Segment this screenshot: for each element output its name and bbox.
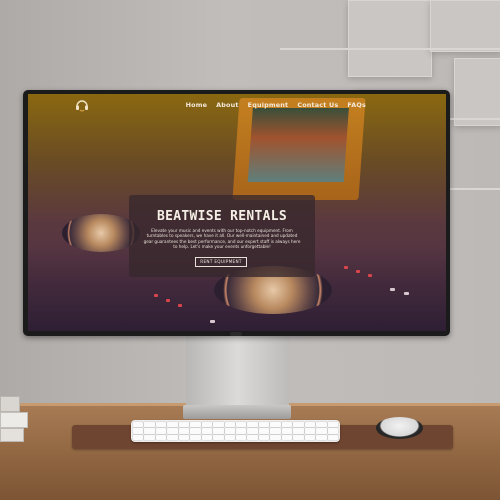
keyboard-key[interactable] bbox=[224, 428, 235, 434]
keyboard-key[interactable] bbox=[236, 428, 247, 434]
wall-shelf-top bbox=[348, 0, 432, 77]
keyboard-key[interactable] bbox=[236, 434, 247, 440]
deck-button bbox=[368, 274, 372, 277]
keyboard-key[interactable] bbox=[190, 434, 201, 440]
keyboard-key[interactable] bbox=[270, 428, 281, 434]
keyboard-key[interactable] bbox=[247, 434, 258, 440]
keyboard-key[interactable] bbox=[258, 434, 270, 440]
keyboard-key[interactable] bbox=[281, 428, 293, 434]
keyboard-key[interactable] bbox=[293, 428, 304, 434]
wall-shelf-right bbox=[430, 0, 500, 52]
keyboard-key[interactable] bbox=[224, 434, 235, 440]
headphones-icon[interactable] bbox=[74, 97, 90, 113]
keyboard-key[interactable] bbox=[201, 428, 213, 434]
deck-button bbox=[166, 299, 170, 302]
keyboard-key[interactable] bbox=[213, 422, 224, 428]
keyboard-key[interactable] bbox=[213, 428, 224, 434]
monitor-stand-foot bbox=[183, 405, 291, 419]
keyboard-key[interactable] bbox=[178, 428, 190, 434]
monitor-chin bbox=[230, 332, 242, 336]
keyboard-key[interactable] bbox=[144, 422, 155, 428]
nav-link-home[interactable]: Home bbox=[186, 101, 208, 109]
rent-equipment-button[interactable]: RENT EQUIPMENT bbox=[195, 257, 247, 267]
keyboard-key[interactable] bbox=[133, 434, 144, 440]
nav-link-contact-us[interactable]: Contact Us bbox=[297, 101, 338, 109]
keyboard-key[interactable] bbox=[281, 422, 293, 428]
nav-link-faqs[interactable]: FAQs bbox=[347, 101, 366, 109]
website-screen: Home About Equipment Contact Us FAQs BEA… bbox=[28, 94, 446, 331]
keyboard-key[interactable] bbox=[201, 434, 213, 440]
keyboard-key[interactable] bbox=[167, 422, 178, 428]
monitor-stand bbox=[186, 334, 289, 410]
deck-button bbox=[154, 294, 158, 297]
deck-button bbox=[404, 292, 409, 295]
mouse[interactable] bbox=[376, 417, 423, 439]
deck-button bbox=[344, 266, 348, 269]
keyboard-key[interactable] bbox=[304, 434, 316, 440]
keyboard-key[interactable] bbox=[316, 434, 327, 440]
shelf-divider bbox=[280, 48, 500, 50]
keyboard-key[interactable] bbox=[327, 434, 338, 440]
keyboard-key[interactable] bbox=[178, 434, 190, 440]
keyboard-key[interactable] bbox=[167, 428, 178, 434]
deck-button bbox=[210, 320, 215, 323]
book bbox=[0, 412, 28, 428]
shelf-divider bbox=[448, 118, 500, 120]
keyboard-key[interactable] bbox=[247, 428, 258, 434]
nav-menu: Home About Equipment Contact Us FAQs bbox=[186, 101, 366, 109]
hero-description: Elevate your music and events with our t… bbox=[143, 228, 301, 250]
keyboard-key[interactable] bbox=[133, 428, 144, 434]
keyboard-key[interactable] bbox=[281, 434, 293, 440]
laptop-screen bbox=[247, 108, 349, 182]
keyboard-key[interactable] bbox=[270, 422, 281, 428]
keyboard-key[interactable] bbox=[155, 428, 167, 434]
keyboard-key[interactable] bbox=[304, 422, 316, 428]
hero-title: BEATWISE RENTALS bbox=[156, 209, 288, 224]
keyboard-key[interactable] bbox=[293, 422, 304, 428]
keyboard-key[interactable] bbox=[190, 428, 201, 434]
keyboard-key[interactable] bbox=[213, 434, 224, 440]
keyboard-key[interactable] bbox=[327, 422, 338, 428]
keyboard-key[interactable] bbox=[190, 422, 201, 428]
keyboard-key[interactable] bbox=[236, 422, 247, 428]
nav-link-about[interactable]: About bbox=[216, 101, 239, 109]
keyboard-key[interactable] bbox=[201, 422, 213, 428]
nav-link-equipment[interactable]: Equipment bbox=[248, 101, 289, 109]
keyboard-key[interactable] bbox=[327, 428, 338, 434]
keyboard-key[interactable] bbox=[293, 434, 304, 440]
deck-button bbox=[356, 270, 360, 273]
keyboard-key[interactable] bbox=[133, 422, 144, 428]
keyboard-key[interactable] bbox=[144, 434, 155, 440]
keyboard-key[interactable] bbox=[270, 434, 281, 440]
keyboard-key[interactable] bbox=[247, 422, 258, 428]
book bbox=[0, 428, 24, 442]
keyboard-key[interactable] bbox=[144, 428, 155, 434]
keyboard-key[interactable] bbox=[155, 434, 167, 440]
book bbox=[0, 396, 20, 412]
deck-button bbox=[390, 288, 395, 291]
site-navbar: Home About Equipment Contact Us FAQs bbox=[28, 94, 446, 116]
keyboard[interactable] bbox=[131, 420, 340, 442]
keyboard-key[interactable] bbox=[258, 428, 270, 434]
wall-shelf-box-right bbox=[454, 58, 500, 126]
shelf-divider bbox=[448, 188, 500, 190]
keyboard-key[interactable] bbox=[316, 428, 327, 434]
keyboard-key[interactable] bbox=[178, 422, 190, 428]
keyboard-key[interactable] bbox=[316, 422, 327, 428]
book-stack bbox=[0, 396, 28, 442]
keyboard-key[interactable] bbox=[167, 434, 178, 440]
keyboard-key[interactable] bbox=[304, 428, 316, 434]
hero-card: BEATWISE RENTALS Elevate your music and … bbox=[129, 195, 315, 277]
keyboard-key[interactable] bbox=[224, 422, 235, 428]
keyboard-key[interactable] bbox=[258, 422, 270, 428]
keyboard-key[interactable] bbox=[155, 422, 167, 428]
deck-button bbox=[178, 304, 182, 307]
